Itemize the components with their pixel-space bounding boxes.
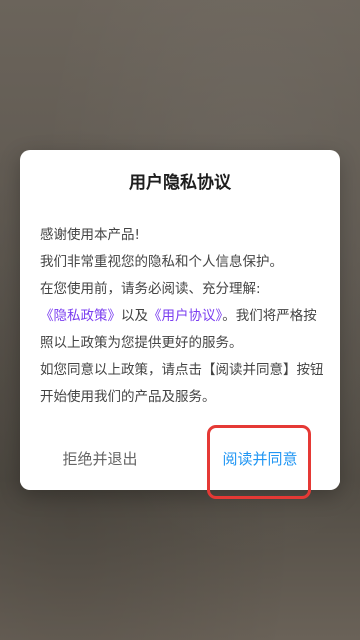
body-line-links: 《隐私政策》以及《用户协议》。我们将严格按照以上政策为您提供更好的服务。 (40, 303, 326, 357)
decline-and-exit-button[interactable]: 拒绝并退出 (20, 433, 180, 483)
read-and-agree-button[interactable]: 阅读并同意 (180, 433, 340, 483)
button-row: 拒绝并退出 阅读并同意 (20, 433, 340, 483)
body-line-privacy: 我们非常重视您的隐私和个人信息保护。 (40, 254, 283, 270)
privacy-policy-link[interactable]: 《隐私政策》 (40, 308, 121, 324)
connector-text: 以及 (121, 308, 148, 324)
body-line-instruction: 如您同意以上政策，请点击【阅读并同意】按钮开始使用我们的产品及服务。 (40, 362, 324, 405)
dialog-title: 用户隐私协议 (129, 173, 231, 193)
user-agreement-link[interactable]: 《用户协议》 (148, 308, 222, 324)
body-line-thanks: 感谢使用本产品! (40, 227, 140, 243)
body-line-read: 在您使用前，请务必阅读、充分理解: (40, 281, 261, 297)
privacy-dialog: 用户隐私协议 感谢使用本产品! 我们非常重视您的隐私和个人信息保护。 在您使用前… (20, 150, 340, 490)
